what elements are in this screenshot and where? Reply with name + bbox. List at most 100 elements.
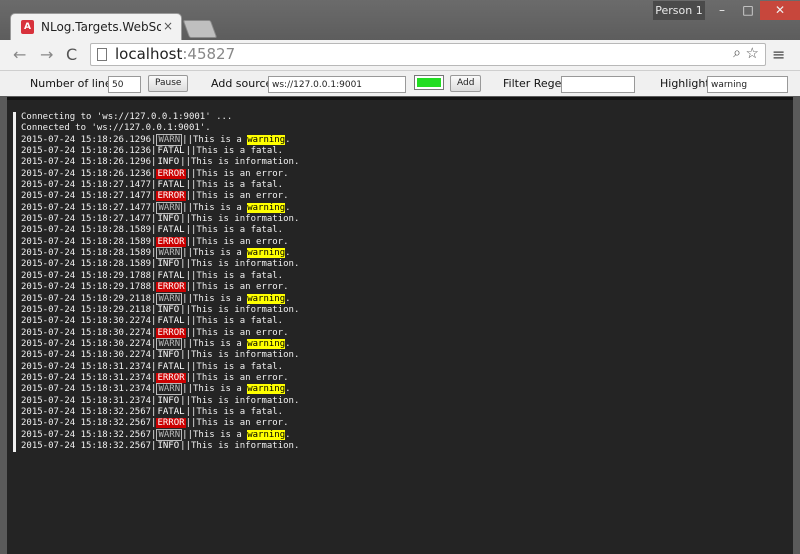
- log-lines: Connecting to 'ws://127.0.0.1:9001' ... C…: [13, 112, 300, 453]
- log-level-badge: ERROR: [156, 418, 186, 429]
- log-timestamp: 2015-07-24 15:18:29.1788: [21, 270, 152, 281]
- log-message: This is an error.: [196, 236, 289, 247]
- page-icon: [97, 48, 107, 61]
- add-button[interactable]: Add: [450, 75, 482, 92]
- log-timestamp: 2015-07-24 15:18:30.2274: [21, 316, 152, 327]
- log-level-badge: FATAL: [157, 225, 185, 236]
- browser-window: A NLog.Targets.WebSocket: × Person 1 – □…: [0, 0, 800, 554]
- log-separator: ||: [185, 372, 197, 383]
- log-separator: ||: [182, 293, 193, 304]
- log-line: 2015-07-24 15:18:32.2567|INFO||This is i…: [13, 440, 299, 453]
- log-line: 2015-07-24 15:18:27.1477|INFO||This is i…: [13, 214, 299, 226]
- log-timestamp: 2015-07-24 15:18:26.1296: [21, 157, 152, 168]
- log-line: 2015-07-24 15:18:28.1589|FATAL||This is …: [13, 225, 299, 237]
- log-highlight: warning: [247, 384, 286, 395]
- log-timestamp: 2015-07-24 15:18:27.1477: [21, 214, 152, 225]
- log-level-badge: WARN: [156, 383, 183, 396]
- window-close-icon[interactable]: ✕: [760, 1, 800, 20]
- log-level-badge: FATAL: [157, 146, 185, 157]
- tab-close-icon[interactable]: ×: [163, 19, 173, 33]
- log-panel[interactable]: Connecting to 'ws://127.0.0.1:9001' ... C…: [7, 97, 793, 554]
- highlight-input[interactable]: [707, 76, 788, 93]
- log-message: This is a: [193, 429, 248, 440]
- log-highlight: warning: [247, 248, 286, 259]
- log-highlight: warning: [247, 338, 286, 349]
- log-message: This is a fatal.: [196, 146, 284, 157]
- log-timestamp: 2015-07-24 15:18:30.2274: [21, 350, 152, 361]
- log-timestamp: 2015-07-24 15:18:26.1236: [21, 168, 152, 179]
- log-message: This is a fatal.: [196, 406, 284, 417]
- log-highlight: warning: [247, 293, 286, 304]
- log-timestamp: 2015-07-24 15:18:26.1296: [21, 134, 152, 145]
- browser-toolbar: ← → C localhost:45827 ⌕ ☆ ≡: [0, 40, 800, 71]
- log-text: Connecting to 'ws://127.0.0.1:9001' ...: [21, 112, 233, 122]
- log-message: This is a: [193, 202, 248, 213]
- browser-tab[interactable]: A NLog.Targets.WebSocket: ×: [10, 13, 182, 40]
- pause-button[interactable]: Pause: [148, 75, 189, 92]
- log-separator: ||: [185, 418, 197, 429]
- log-timestamp: 2015-07-24 15:18:28.1589: [21, 248, 152, 259]
- log-message: This is an error.: [196, 282, 289, 293]
- log-line: Connecting to 'ws://127.0.0.1:9001' ...: [13, 112, 299, 124]
- log-line: Connected to 'ws://127.0.0.1:9001'.: [13, 123, 299, 135]
- log-level-badge: FATAL: [157, 270, 185, 281]
- tab-title: NLog.Targets.WebSocket:: [41, 20, 161, 34]
- log-timestamp: 2015-07-24 15:18:28.1589: [21, 259, 152, 270]
- log-line: 2015-07-24 15:18:30.2274|INFO||This is i…: [13, 350, 299, 362]
- log-line: 2015-07-24 15:18:30.2274| WARN ||This is a…: [13, 337, 299, 351]
- log-level-badge: FATAL: [157, 406, 185, 417]
- log-level-badge: FATAL: [157, 361, 185, 372]
- log-message: This is information.: [191, 259, 300, 270]
- log-message: This is a fatal.: [196, 225, 284, 236]
- source-input[interactable]: [268, 76, 406, 93]
- log-line: 2015-07-24 15:18:28.1589|INFO||This is i…: [13, 259, 300, 271]
- reload-icon[interactable]: C: [66, 45, 77, 64]
- bookmark-star-icon[interactable]: ☆: [746, 44, 759, 62]
- log-message: This is a fatal.: [196, 361, 284, 372]
- menu-icon[interactable]: ≡: [772, 45, 785, 64]
- back-arrow-icon[interactable]: ←: [13, 45, 26, 64]
- log-line: 2015-07-24 15:18:32.2567| WARN ||This is a…: [13, 428, 299, 441]
- log-timestamp: 2015-07-24 15:18:32.2567: [21, 418, 152, 429]
- log-level-badge: WARN: [156, 201, 183, 214]
- forward-arrow-icon[interactable]: →: [40, 45, 53, 64]
- log-timestamp: 2015-07-24 15:18:30.2274: [21, 338, 152, 349]
- log-level-badge: ERROR: [156, 327, 186, 338]
- log-separator: ||: [185, 168, 197, 179]
- zoom-icon[interactable]: ⌕: [733, 45, 741, 61]
- lines-input[interactable]: [108, 76, 141, 93]
- log-message: This is information.: [191, 395, 300, 406]
- log-line: 2015-07-24 15:18:27.1477|FATAL||This is …: [13, 180, 299, 192]
- log-message-tail: .: [285, 134, 291, 145]
- log-timestamp: 2015-07-24 15:18:29.2118: [21, 293, 152, 304]
- log-level-badge: INFO: [157, 214, 180, 225]
- log-separator: ||: [180, 304, 191, 315]
- log-separator: ||: [180, 395, 191, 406]
- new-tab-button[interactable]: [182, 20, 218, 38]
- log-separator: ||: [185, 327, 197, 338]
- log-message-tail: .: [285, 293, 291, 304]
- minimize-icon[interactable]: –: [708, 1, 736, 20]
- log-timestamp: 2015-07-24 15:18:29.1788: [21, 282, 152, 293]
- log-message: This is an error.: [196, 418, 289, 429]
- log-level-badge: ERROR: [156, 282, 186, 293]
- log-level-badge: INFO: [157, 157, 180, 168]
- address-bar[interactable]: localhost:45827 ⌕ ☆: [90, 43, 766, 66]
- log-line: 2015-07-24 15:18:29.1788|FATAL||This is …: [13, 270, 299, 283]
- profile-button[interactable]: Person 1: [653, 1, 705, 20]
- color-picker[interactable]: [414, 75, 444, 90]
- log-message: This is a: [193, 384, 248, 395]
- log-separator: ||: [185, 361, 197, 372]
- log-line: 2015-07-24 15:18:27.1477| WARN ||This is a…: [13, 201, 299, 215]
- log-level-badge: ERROR: [156, 168, 186, 179]
- log-timestamp: 2015-07-24 15:18:28.1589: [21, 236, 152, 247]
- highlight-label: Highlight: [660, 77, 710, 90]
- maximize-icon[interactable]: □: [734, 1, 762, 20]
- log-text: Connected to 'ws://127.0.0.1:9001'.: [21, 123, 211, 134]
- filter-input[interactable]: [561, 76, 635, 93]
- log-message: This is a fatal.: [196, 270, 284, 281]
- log-message-tail: .: [285, 384, 291, 395]
- log-timestamp: 2015-07-24 15:18:32.2567: [21, 440, 152, 451]
- log-separator: ||: [182, 134, 193, 145]
- log-timestamp: 2015-07-24 15:18:31.2374: [21, 372, 152, 383]
